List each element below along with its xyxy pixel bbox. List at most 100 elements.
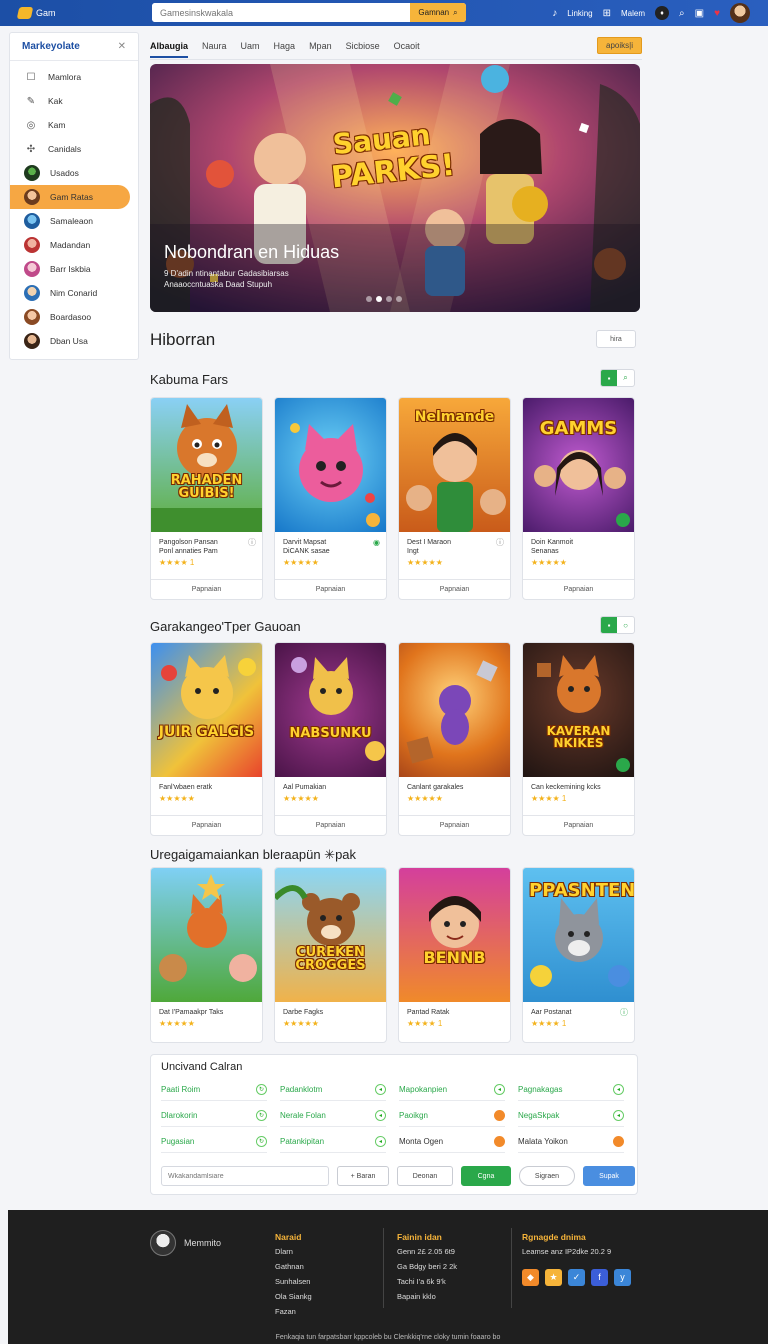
search-icon-top[interactable]: ⌕: [679, 8, 685, 19]
tab-haga[interactable]: Haga: [274, 41, 296, 51]
rss-icon[interactable]: ◆: [522, 1269, 539, 1286]
game-card-button[interactable]: Papnaian: [275, 579, 386, 599]
info-icon[interactable]: ⓘ: [620, 1008, 628, 1017]
game-card[interactable]: GAMMS Doin Kanmoit Senanas ★★★★★ Papnaian: [522, 397, 635, 600]
footer-link[interactable]: Genn 2£ 2.05 6t9: [397, 1244, 457, 1259]
game-card-button[interactable]: Papnaian: [151, 815, 262, 835]
sidebar-item-usados[interactable]: Usados: [10, 161, 138, 185]
panel-link[interactable]: Mapokanpien ◂: [399, 1079, 505, 1101]
game-card-button[interactable]: Papnaian: [151, 579, 262, 599]
cart-icon[interactable]: ▣: [695, 8, 704, 19]
sidebar-item-samaleaon[interactable]: Samaleaon: [10, 209, 138, 233]
game-card-button[interactable]: Papnaian: [523, 815, 634, 835]
footer-link[interactable]: Gathnan: [275, 1259, 312, 1274]
panel-link[interactable]: Monta Ogen: [399, 1131, 505, 1153]
sidebar-item-madandan[interactable]: Madandan: [10, 233, 138, 257]
panel-input[interactable]: [161, 1166, 329, 1186]
footer-link[interactable]: Ga Bdgy beri 2 2k: [397, 1259, 457, 1274]
facebook-icon[interactable]: f: [591, 1269, 608, 1286]
footer-link[interactable]: Tachi I'a 6k 9'k: [397, 1274, 457, 1289]
game-card[interactable]: Darvit Mapsat DiCANK sasae ★★★★★ ◉ Papnaian: [274, 397, 387, 600]
panel-link[interactable]: Padanklotm ◂: [280, 1079, 386, 1101]
sidebar-item-kam[interactable]: ◎ Kam: [10, 113, 138, 137]
panel-link[interactable]: Dlarokorin ↻: [161, 1105, 267, 1127]
grid-view-icon[interactable]: ▪: [601, 617, 617, 633]
share-icon[interactable]: y: [614, 1269, 631, 1286]
game-card[interactable]: KAVERAN NKIKES Can keckemining kcks ★★★★ …: [522, 642, 635, 836]
heart-icon[interactable]: ♥: [714, 8, 720, 19]
sidebar-item-mamlora[interactable]: ☐ Mamlora: [10, 65, 138, 89]
list-view-icon[interactable]: ⌕: [617, 370, 634, 386]
footer-link[interactable]: Fazan: [275, 1304, 312, 1319]
tab-action-button[interactable]: apoiks|i: [597, 37, 642, 54]
nav-malem[interactable]: Malem: [621, 9, 645, 18]
secondary-button[interactable]: Sigraen: [519, 1166, 575, 1186]
search-button[interactable]: Gamnan ⌕: [410, 3, 466, 22]
submit-button[interactable]: Supak: [583, 1166, 635, 1186]
footer-link[interactable]: Bapain kklo: [397, 1289, 457, 1304]
sidebar-item-kak[interactable]: ✎ Kak: [10, 89, 138, 113]
view-toggle[interactable]: ▪ ○: [600, 616, 635, 634]
tab-sicbiose[interactable]: Sicbiose: [346, 41, 380, 51]
game-card[interactable]: Dat I'Pamaakpr Taks ★★★★★: [150, 867, 263, 1043]
panel-link[interactable]: NegaSkpak ◂: [518, 1105, 624, 1127]
footer-link[interactable]: Sunhalsen: [275, 1274, 312, 1289]
info-icon[interactable]: ◉: [373, 538, 380, 547]
sidebar-item-barr-iskbia[interactable]: Barr Iskbia: [10, 257, 138, 281]
user-avatar[interactable]: [730, 3, 750, 23]
hero-banner[interactable]: Sauan PARKS! Nobondran en Hiduas 9 D'adi…: [150, 64, 640, 312]
sidebar-item-nim-conarid[interactable]: Nim Conarid: [10, 281, 138, 305]
grid-view-icon[interactable]: ▪: [601, 370, 617, 386]
panel-link[interactable]: Paati Roim ↻: [161, 1079, 267, 1101]
sidebar-item-boardasoo[interactable]: Boardasoo: [10, 305, 138, 329]
twitter-icon[interactable]: ✓: [568, 1269, 585, 1286]
carousel-dot[interactable]: [376, 296, 382, 302]
close-icon[interactable]: ✕: [118, 41, 126, 52]
option-button[interactable]: Deonan: [397, 1166, 453, 1186]
game-card[interactable]: PPASNTEN Aar Postanat ★★★★ 1 ⓘ: [522, 867, 635, 1043]
grid-icon[interactable]: ⊞: [603, 8, 611, 19]
game-card[interactable]: CUREKEN CROGGES Darbe Fagks ★★★★★: [274, 867, 387, 1043]
panel-link[interactable]: Patankipitan ◂: [280, 1131, 386, 1153]
game-card[interactable]: RAHADEN GUIBIS! Pangolson Pansan Ponl ann…: [150, 397, 263, 600]
game-card[interactable]: Nelmande Dest I Maraon Ingt ★★★★★ ⓘ Papnaia…: [398, 397, 511, 600]
view-toggle[interactable]: ▪ ⌕: [600, 369, 635, 387]
sidebar-item-canidals[interactable]: ✣ Canidals: [10, 137, 138, 161]
carousel-dot[interactable]: [396, 296, 402, 302]
list-view-icon[interactable]: ○: [617, 617, 634, 633]
panel-link[interactable]: Pagnakagas ◂: [518, 1079, 624, 1101]
carousel-dot[interactable]: [386, 296, 392, 302]
carousel-dot[interactable]: [366, 296, 372, 302]
panel-link[interactable]: Paoikgn: [399, 1105, 505, 1127]
game-card[interactable]: BENNB Pantad Ratak ★★★★ 1: [398, 867, 511, 1043]
panel-link[interactable]: Pugasian ↻: [161, 1131, 267, 1153]
game-card[interactable]: NABSUNKU Aal Pumakian ★★★★★ Papnaian: [274, 642, 387, 836]
info-icon[interactable]: ⓘ: [248, 538, 256, 547]
theme-toggle-icon[interactable]: ♦: [655, 6, 669, 20]
game-card-button[interactable]: Papnaian: [275, 815, 386, 835]
add-button[interactable]: + Baran: [337, 1166, 389, 1186]
panel-link[interactable]: Nerale Folan ◂: [280, 1105, 386, 1127]
sidebar-item-dban-usa[interactable]: Dban Usa: [10, 329, 138, 353]
nav-linking[interactable]: Linking: [567, 9, 592, 18]
tab-albaugia[interactable]: Albaugia: [150, 41, 189, 58]
info-icon[interactable]: ⓘ: [496, 538, 504, 547]
game-card[interactable]: Canlant garakales ★★★★★ Papnaian: [398, 642, 511, 836]
notification-icon[interactable]: ♪: [552, 8, 557, 19]
game-card-button[interactable]: Papnaian: [399, 815, 510, 835]
footer-link[interactable]: Ola Siankg: [275, 1289, 312, 1304]
logo[interactable]: Gam: [16, 7, 138, 19]
game-card[interactable]: JUIR GALGIS Fanl'wbaen eratk ★★★★★ Papnai…: [150, 642, 263, 836]
confirm-button[interactable]: Cgna: [461, 1166, 511, 1186]
search-input[interactable]: [152, 3, 410, 22]
tab-ocaoit[interactable]: Ocaoit: [394, 41, 420, 51]
star-icon[interactable]: ★: [545, 1269, 562, 1286]
game-card-button[interactable]: Papnaian: [523, 579, 634, 599]
sidebar-item-gam-ratas[interactable]: Gam Ratas: [10, 185, 130, 209]
panel-link[interactable]: Malata Yoikon: [518, 1131, 624, 1153]
tab-uam[interactable]: Uam: [241, 41, 260, 51]
tab-naura[interactable]: Naura: [202, 41, 227, 51]
tab-mpan[interactable]: Mpan: [309, 41, 332, 51]
game-card-button[interactable]: Papnaian: [399, 579, 510, 599]
footer-link[interactable]: Dlarn: [275, 1244, 312, 1259]
